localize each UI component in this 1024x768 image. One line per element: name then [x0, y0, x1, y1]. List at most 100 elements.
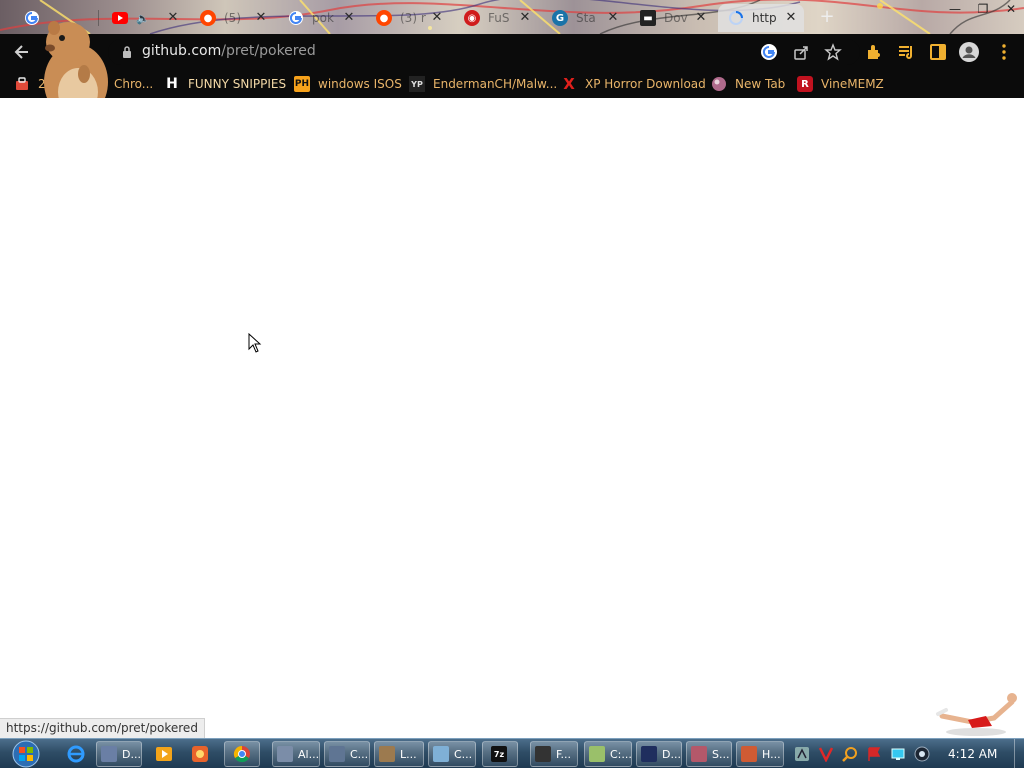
share-icon[interactable]	[792, 43, 810, 61]
site-icon: ▬	[640, 10, 656, 26]
bookmark-funny-snippies[interactable]: H FUNNY SNIPPIES	[164, 75, 286, 93]
app-icon	[741, 746, 757, 762]
taskbar-button[interactable]: F...	[530, 741, 578, 767]
taskbar-button-label: Al...	[298, 747, 320, 761]
taskbar-button-label: L...	[400, 747, 417, 761]
minimize-icon[interactable]: —	[948, 2, 962, 16]
tab-title: (5)	[224, 11, 241, 25]
close-icon[interactable]: ✕	[518, 11, 532, 25]
new-tab-button[interactable]: +	[818, 8, 836, 26]
taskbar-button[interactable]: Al...	[272, 741, 320, 767]
google-lens-icon[interactable]	[760, 43, 778, 61]
tab-8[interactable]: ▬ Dov ✕	[630, 4, 714, 32]
7zip-icon: 7z	[491, 746, 507, 762]
star-bookmark-icon[interactable]	[824, 43, 842, 61]
x-icon: X	[563, 75, 575, 93]
bookmark-label: Chro...	[114, 77, 154, 91]
yp-icon: YP	[409, 76, 425, 92]
taskbar-button[interactable]: C:...	[584, 741, 632, 767]
close-icon[interactable]: ✕	[606, 11, 620, 25]
tab-title: Sta	[576, 11, 596, 25]
close-icon[interactable]: ✕	[694, 11, 708, 25]
tab-title: pok	[312, 11, 334, 25]
ph-icon: PH	[294, 76, 310, 92]
paint-app-icon[interactable]	[190, 744, 210, 764]
bookmarks-bar: 2p Chro... H FUNNY SNIPPIES PH windows I…	[0, 70, 1024, 98]
taskbar-button[interactable]: D...	[96, 741, 142, 767]
taskbar: D... Al... C... L... C... 7z F... C:... …	[0, 738, 1024, 768]
extensions-icon[interactable]	[864, 42, 884, 62]
media-controls-icon[interactable]	[896, 42, 916, 62]
bookmark-endermanch[interactable]: YP EndermanCH/Malw...	[409, 75, 557, 93]
7zip-taskbar-button[interactable]: 7z	[482, 741, 518, 767]
profile-avatar-icon[interactable]	[959, 42, 979, 62]
close-icon[interactable]: ✕	[254, 11, 268, 25]
tab-3[interactable]: ● (5) ✕	[190, 4, 274, 32]
media-player-icon[interactable]	[154, 744, 174, 764]
status-bubble: https://github.com/pret/pokered	[0, 718, 205, 738]
bookmark-label: EndermanCH/Malw...	[433, 77, 558, 91]
taskbar-button-label: D...	[662, 747, 681, 761]
bookmark-chrome-folder[interactable]: Chro...	[114, 75, 153, 93]
kebab-menu-icon[interactable]	[994, 42, 1014, 62]
maximize-icon[interactable]: ❐	[976, 2, 990, 16]
show-desktop-button[interactable]	[1014, 739, 1024, 768]
taskbar-button[interactable]: L...	[374, 741, 424, 767]
calculator-icon	[433, 746, 449, 762]
tray-v-icon[interactable]	[818, 746, 834, 762]
bookmark-label: XP Horror Download	[585, 77, 706, 91]
clock[interactable]: 4:12 AM	[948, 747, 997, 761]
taskbar-button[interactable]: H...	[736, 741, 784, 767]
close-icon[interactable]: ✕	[342, 11, 356, 25]
taskbar-button-label: H...	[762, 747, 781, 761]
back-arrow-icon[interactable]	[12, 42, 32, 62]
close-icon[interactable]: ✕	[166, 11, 180, 25]
app-icon	[535, 746, 551, 762]
address-bar[interactable]: github.com/pret/pokered	[108, 39, 860, 65]
tab-6[interactable]: ◉ FuS ✕	[454, 4, 538, 32]
internet-explorer-icon[interactable]	[66, 744, 86, 764]
bookmark-xp-horror[interactable]: X XP Horror Download	[561, 75, 706, 93]
taskbar-button-label: D...	[122, 747, 141, 761]
tab-active[interactable]: http ✕	[718, 4, 804, 32]
close-icon[interactable]: ✕	[430, 11, 444, 25]
tray-network-icon[interactable]	[890, 746, 906, 762]
url-text[interactable]: github.com/pret/pokered	[142, 43, 316, 59]
reddit-icon: ●	[376, 10, 392, 26]
site-icon: ◉	[464, 10, 480, 26]
bookmark-new-tab[interactable]: New Tab	[711, 75, 785, 93]
tab-5[interactable]: ● (3) r ✕	[366, 4, 450, 32]
app-icon	[691, 746, 707, 762]
r-icon: R	[797, 76, 813, 92]
taskbar-button[interactable]: C...	[324, 741, 370, 767]
tray-flag-icon[interactable]	[866, 746, 882, 762]
tab-7[interactable]: G Sta ✕	[542, 4, 626, 32]
app-icon	[329, 746, 345, 762]
tab-2[interactable]: 🔈 ✕	[102, 4, 186, 32]
side-panel-icon[interactable]	[928, 42, 948, 62]
close-icon[interactable]: ✕	[784, 11, 798, 25]
url-path: /pret/pokered	[221, 43, 316, 59]
taskbar-button-label: C...	[454, 747, 473, 761]
window-controls: — ❐ ✕	[948, 2, 1018, 16]
bookmark-label: windows ISOS	[318, 77, 402, 91]
tray-search-icon[interactable]	[842, 746, 858, 762]
tray-volume-icon[interactable]	[914, 746, 930, 762]
google-icon	[288, 10, 304, 26]
taskbar-button-label: S...	[712, 747, 730, 761]
start-orb-icon[interactable]	[8, 740, 44, 768]
bookmark-vinememz[interactable]: R VineMEMZ	[797, 75, 884, 93]
taskbar-button[interactable]: S...	[686, 741, 732, 767]
app-icon	[379, 746, 395, 762]
bookmark-windows-isos[interactable]: PH windows ISOS	[294, 75, 402, 93]
bookmark-label: FUNNY SNIPPIES	[188, 77, 287, 91]
tab-4[interactable]: pok ✕	[278, 4, 362, 32]
chrome-icon	[233, 745, 250, 763]
taskbar-button[interactable]: C...	[428, 741, 476, 767]
close-window-icon[interactable]: ✕	[1004, 2, 1018, 16]
app-icon	[277, 746, 293, 762]
tray-app-icon[interactable]	[794, 746, 810, 762]
lock-icon[interactable]	[122, 45, 132, 59]
taskbar-button[interactable]: D...	[636, 741, 682, 767]
chrome-taskbar-button[interactable]	[224, 741, 260, 767]
